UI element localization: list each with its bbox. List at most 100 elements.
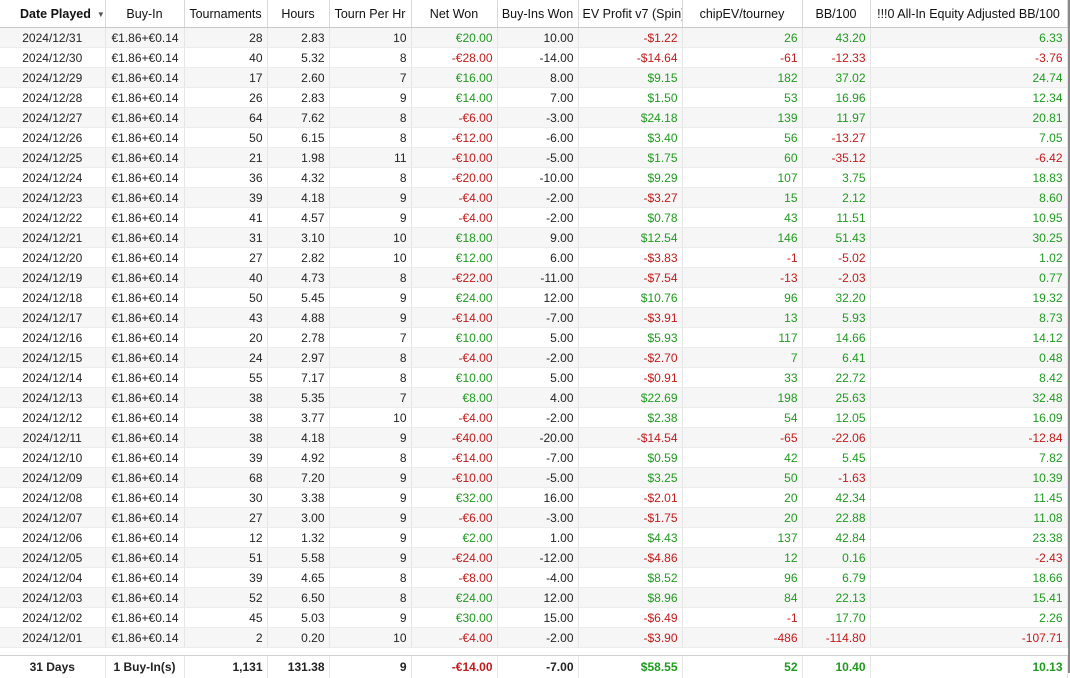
table-row[interactable]: 2024/12/31€1.86+€0.14282.8310€20.0010.00… <box>0 28 1067 48</box>
bb-100-cell: 3.75 <box>802 168 870 188</box>
table-row[interactable]: 2024/12/14€1.86+€0.14557.178€10.005.00-$… <box>0 368 1067 388</box>
buy-ins-won-cell: -11.00 <box>497 268 578 288</box>
net-won-cell: -€40.00 <box>411 428 497 448</box>
column-header-ev-profit[interactable]: EV Profit v7 (Spin) <box>578 0 682 28</box>
table-row[interactable]: 2024/12/04€1.86+€0.14394.658-€8.00-4.00$… <box>0 568 1067 588</box>
table-row[interactable]: 2024/12/11€1.86+€0.14384.189-€40.00-20.0… <box>0 428 1067 448</box>
bb-100-cell: 11.51 <box>802 208 870 228</box>
bb-100-cell: -2.03 <box>802 268 870 288</box>
table-row[interactable]: 2024/12/05€1.86+€0.14515.589-€24.00-12.0… <box>0 548 1067 568</box>
tourn-per-hr-cell: 7 <box>329 328 411 348</box>
bb-100-cell: 22.13 <box>802 588 870 608</box>
totals-row[interactable]: 31 Days 1 Buy-In(s) 1,131 131.38 9 -€14.… <box>0 656 1067 678</box>
ev-profit-cell: $0.59 <box>578 448 682 468</box>
buy-in-cell: €1.86+€0.14 <box>105 428 184 448</box>
total-tourn-per-hr: 9 <box>329 656 411 678</box>
tournaments-cell: 38 <box>184 388 267 408</box>
column-header-buy-in[interactable]: Buy-In <box>105 0 184 28</box>
chipev-tourney-cell: -65 <box>682 428 802 448</box>
table-row[interactable]: 2024/12/08€1.86+€0.14303.389€32.0016.00-… <box>0 488 1067 508</box>
tourn-per-hr-cell: 8 <box>329 128 411 148</box>
table-row[interactable]: 2024/12/01€1.86+€0.1420.2010-€4.00-2.00-… <box>0 628 1067 648</box>
table-row[interactable]: 2024/12/28€1.86+€0.14262.839€14.007.00$1… <box>0 88 1067 108</box>
buy-ins-won-cell: 8.00 <box>497 68 578 88</box>
all-in-equity-bb-100-cell: 7.05 <box>870 128 1067 148</box>
ev-profit-cell: -$3.91 <box>578 308 682 328</box>
table-row[interactable]: 2024/12/16€1.86+€0.14202.787€10.005.00$5… <box>0 328 1067 348</box>
tournaments-cell: 50 <box>184 288 267 308</box>
hours-cell: 6.15 <box>267 128 329 148</box>
buy-in-cell: €1.86+€0.14 <box>105 508 184 528</box>
column-header-date-played[interactable]: Date Played▼ <box>0 0 105 28</box>
date-played-cell: 2024/12/06 <box>0 528 105 548</box>
hours-cell: 2.78 <box>267 328 329 348</box>
table-row[interactable]: 2024/12/30€1.86+€0.14405.328-€28.00-14.0… <box>0 48 1067 68</box>
buy-ins-won-cell: -14.00 <box>497 48 578 68</box>
table-row[interactable]: 2024/12/20€1.86+€0.14272.8210€12.006.00-… <box>0 248 1067 268</box>
table-row[interactable]: 2024/12/21€1.86+€0.14313.1010€18.009.00$… <box>0 228 1067 248</box>
buy-ins-won-cell: -2.00 <box>497 188 578 208</box>
column-header-net-won[interactable]: Net Won <box>411 0 497 28</box>
column-header-hours[interactable]: Hours <box>267 0 329 28</box>
buy-in-cell: €1.86+€0.14 <box>105 188 184 208</box>
table-row[interactable]: 2024/12/09€1.86+€0.14687.209-€10.00-5.00… <box>0 468 1067 488</box>
bb-100-cell: -22.06 <box>802 428 870 448</box>
date-played-cell: 2024/12/20 <box>0 248 105 268</box>
table-row[interactable]: 2024/12/06€1.86+€0.14121.329€2.001.00$4.… <box>0 528 1067 548</box>
hours-cell: 3.00 <box>267 508 329 528</box>
tournaments-cell: 52 <box>184 588 267 608</box>
all-in-equity-bb-100-cell: 7.82 <box>870 448 1067 468</box>
bb-100-cell: -13.27 <box>802 128 870 148</box>
column-header-buy-ins-won[interactable]: Buy-Ins Won <box>497 0 578 28</box>
table-row[interactable]: 2024/12/15€1.86+€0.14242.978-€4.00-2.00-… <box>0 348 1067 368</box>
table-row[interactable]: 2024/12/03€1.86+€0.14526.508€24.0012.00$… <box>0 588 1067 608</box>
table-row[interactable]: 2024/12/17€1.86+€0.14434.889-€14.00-7.00… <box>0 308 1067 328</box>
table-row[interactable]: 2024/12/12€1.86+€0.14383.7710-€4.00-2.00… <box>0 408 1067 428</box>
tournaments-cell: 30 <box>184 488 267 508</box>
table-row[interactable]: 2024/12/13€1.86+€0.14385.357€8.004.00$22… <box>0 388 1067 408</box>
all-in-equity-bb-100-cell: -107.71 <box>870 628 1067 648</box>
date-played-cell: 2024/12/08 <box>0 488 105 508</box>
chipev-tourney-cell: 96 <box>682 568 802 588</box>
table-row[interactable]: 2024/12/19€1.86+€0.14404.738-€22.00-11.0… <box>0 268 1067 288</box>
ev-profit-cell: -$1.75 <box>578 508 682 528</box>
table-row[interactable]: 2024/12/26€1.86+€0.14506.158-€12.00-6.00… <box>0 128 1067 148</box>
chipev-tourney-cell: 20 <box>682 488 802 508</box>
net-won-cell: -€8.00 <box>411 568 497 588</box>
results-grid: Date Played▼ Buy-In Tournaments Hours To… <box>0 0 1070 673</box>
table-row[interactable]: 2024/12/29€1.86+€0.14172.607€16.008.00$9… <box>0 68 1067 88</box>
ev-profit-cell: $9.15 <box>578 68 682 88</box>
table-row[interactable]: 2024/12/02€1.86+€0.14455.039€30.0015.00-… <box>0 608 1067 628</box>
table-row[interactable]: 2024/12/07€1.86+€0.14273.009-€6.00-3.00-… <box>0 508 1067 528</box>
table-row[interactable]: 2024/12/27€1.86+€0.14647.628-€6.00-3.00$… <box>0 108 1067 128</box>
tourn-per-hr-cell: 8 <box>329 588 411 608</box>
chipev-tourney-cell: 146 <box>682 228 802 248</box>
buy-ins-won-cell: -12.00 <box>497 548 578 568</box>
tourn-per-hr-cell: 9 <box>329 528 411 548</box>
table-row[interactable]: 2024/12/23€1.86+€0.14394.189-€4.00-2.00-… <box>0 188 1067 208</box>
tourn-per-hr-cell: 10 <box>329 28 411 48</box>
date-played-cell: 2024/12/24 <box>0 168 105 188</box>
tournaments-cell: 64 <box>184 108 267 128</box>
table-row[interactable]: 2024/12/24€1.86+€0.14364.328-€20.00-10.0… <box>0 168 1067 188</box>
net-won-cell: €2.00 <box>411 528 497 548</box>
tourn-per-hr-cell: 9 <box>329 508 411 528</box>
table-row[interactable]: 2024/12/18€1.86+€0.14505.459€24.0012.00$… <box>0 288 1067 308</box>
tournaments-cell: 39 <box>184 448 267 468</box>
tourn-per-hr-cell: 9 <box>329 188 411 208</box>
column-header-tourn-per-hr[interactable]: Tourn Per Hr <box>329 0 411 28</box>
chipev-tourney-cell: 42 <box>682 448 802 468</box>
net-won-cell: €20.00 <box>411 28 497 48</box>
table-row[interactable]: 2024/12/25€1.86+€0.14211.9811-€10.00-5.0… <box>0 148 1067 168</box>
table-row[interactable]: 2024/12/22€1.86+€0.14414.579-€4.00-2.00$… <box>0 208 1067 228</box>
tournaments-cell: 36 <box>184 168 267 188</box>
all-in-equity-bb-100-cell: 14.12 <box>870 328 1067 348</box>
column-header-chipev-tourney[interactable]: chipEV/tourney <box>682 0 802 28</box>
column-header-bb-100[interactable]: BB/100 <box>802 0 870 28</box>
chipev-tourney-cell: 182 <box>682 68 802 88</box>
table-row[interactable]: 2024/12/10€1.86+€0.14394.928-€14.00-7.00… <box>0 448 1067 468</box>
total-chipev-tourney: 52 <box>682 656 802 678</box>
column-header-tournaments[interactable]: Tournaments <box>184 0 267 28</box>
hours-cell: 6.50 <box>267 588 329 608</box>
column-header-all-in-equity-bb-100[interactable]: !!!0 All-In Equity Adjusted BB/100 <box>870 0 1067 28</box>
